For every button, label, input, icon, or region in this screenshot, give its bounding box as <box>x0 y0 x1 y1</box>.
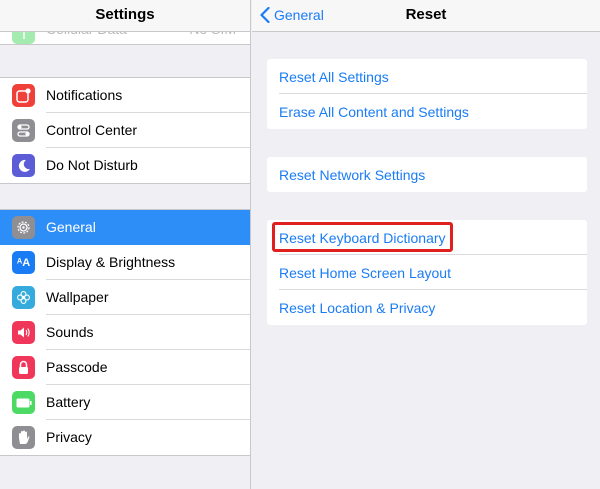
sidebar-item-control-center[interactable]: Control Center <box>0 113 250 148</box>
hand-icon <box>12 426 35 449</box>
sidebar-item-passcode[interactable]: Passcode <box>0 350 250 385</box>
gear-icon <box>12 216 35 239</box>
moon-icon <box>12 154 35 177</box>
reset-location-privacy-row[interactable]: Reset Location & Privacy <box>267 290 587 325</box>
erase-all-content-button[interactable]: Erase All Content and Settings <box>279 104 469 120</box>
reset-keyboard-dictionary-row[interactable]: Reset Keyboard Dictionary <box>267 220 587 255</box>
sidebar-item-label: Do Not Disturb <box>46 157 138 173</box>
sidebar-item-display-brightness[interactable]: ᴬA Display & Brightness <box>0 245 250 280</box>
reset-network-settings-row[interactable]: Reset Network Settings <box>267 157 587 192</box>
detail-header: General Reset <box>252 0 600 32</box>
sidebar-item-label: Display & Brightness <box>46 254 176 270</box>
reset-detail-pane: General Reset Reset All Settings Erase A… <box>252 0 600 489</box>
reset-all-settings-button[interactable]: Reset All Settings <box>279 69 389 85</box>
reset-group-settings: Reset All Settings Erase All Content and… <box>267 59 587 129</box>
sidebar-item-label: Passcode <box>46 359 108 375</box>
reset-home-screen-layout-row[interactable]: Reset Home Screen Layout <box>267 255 587 290</box>
sidebar-item-do-not-disturb[interactable]: Do Not Disturb <box>0 148 250 183</box>
sidebar-item-general[interactable]: General <box>0 210 250 245</box>
sidebar-header: Settings <box>0 0 250 32</box>
sidebar-item-label: Battery <box>46 394 91 410</box>
sidebar-item-privacy[interactable]: Privacy <box>0 420 250 455</box>
reset-all-settings-row[interactable]: Reset All Settings <box>267 59 587 94</box>
speaker-icon <box>12 321 35 344</box>
reset-group-keyboard: Reset Keyboard Dictionary Reset Home Scr… <box>267 220 587 325</box>
sidebar-title: Settings <box>95 6 155 23</box>
notifications-icon <box>12 84 35 107</box>
wallpaper-icon <box>12 286 35 309</box>
battery-icon <box>12 391 35 414</box>
reset-keyboard-dictionary-button[interactable]: Reset Keyboard Dictionary <box>279 230 446 246</box>
sidebar-item-battery[interactable]: Battery <box>0 385 250 420</box>
control-center-icon <box>12 119 35 142</box>
reset-group-network: Reset Network Settings <box>267 157 587 192</box>
settings-sidebar: Cellular Data No SIM Settings Notificati… <box>0 0 251 489</box>
divider <box>0 183 250 184</box>
sidebar-item-label: General <box>46 219 96 235</box>
reset-location-privacy-button[interactable]: Reset Location & Privacy <box>279 300 435 316</box>
page-title: Reset <box>405 6 447 23</box>
sidebar-item-label: Sounds <box>46 324 94 340</box>
sidebar-item-label: Control Center <box>46 122 138 138</box>
lock-icon <box>12 356 35 379</box>
reset-home-screen-layout-button[interactable]: Reset Home Screen Layout <box>279 265 451 281</box>
reset-network-settings-button[interactable]: Reset Network Settings <box>279 167 425 183</box>
sidebar-item-label: Privacy <box>46 429 92 445</box>
sidebar-item-wallpaper[interactable]: Wallpaper <box>0 280 250 315</box>
sidebar-item-label: Notifications <box>46 87 123 103</box>
erase-all-content-row[interactable]: Erase All Content and Settings <box>267 94 587 129</box>
display-brightness-icon: ᴬA <box>12 251 35 274</box>
sidebar-item-sounds[interactable]: Sounds <box>0 315 250 350</box>
sidebar-item-label: Wallpaper <box>46 289 109 305</box>
divider <box>0 455 250 456</box>
sidebar-item-notifications[interactable]: Notifications <box>0 78 250 113</box>
